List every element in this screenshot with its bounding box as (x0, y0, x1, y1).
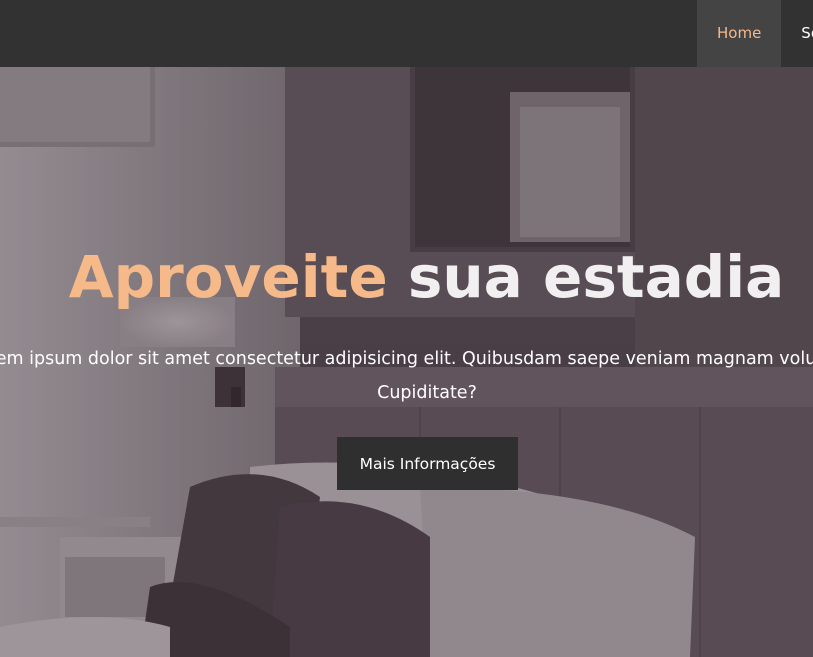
hero-description-line1: Lorem ipsum dolor sit amet consectetur a… (0, 349, 813, 369)
hero-description-line2: Cupiditate? (377, 383, 477, 403)
hero-title-accent: Aproveite (68, 243, 388, 311)
nav-menu: Home Sobre (697, 0, 813, 67)
nav-item-home[interactable]: Home (697, 0, 782, 67)
nav-item-sobre[interactable]: Sobre (781, 0, 813, 67)
top-navbar: Home Sobre (0, 0, 813, 67)
hero-section: Aproveite sua estadia Lorem ipsum dolor … (0, 67, 813, 657)
hero-description: Lorem ipsum dolor sit amet consectetur a… (0, 342, 813, 410)
hero-title: Aproveite sua estadia (0, 243, 813, 311)
more-info-button[interactable]: Mais Informações (337, 437, 518, 490)
hero-title-rest: sua estadia (387, 243, 785, 311)
